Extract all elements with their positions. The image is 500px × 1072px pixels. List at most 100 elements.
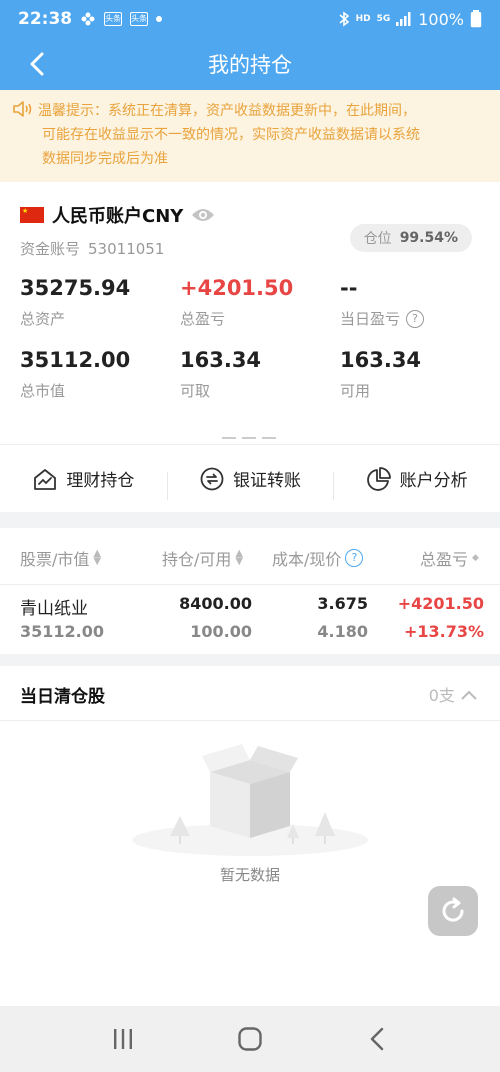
market-value-label: 总市值 [20, 382, 66, 400]
available: 163.34 可用 [340, 348, 421, 401]
total-assets: 35275.94 总资产 [20, 276, 130, 329]
hd-indicator: HD [355, 14, 371, 24]
stock-market-value: 35112.00 [20, 622, 105, 641]
transfer-icon [200, 467, 224, 490]
status-time: 22:38 [18, 9, 73, 29]
position-value: 99.54% [399, 230, 458, 246]
house-chart-icon [34, 468, 57, 490]
account-analysis-label: 账户分析 [399, 471, 468, 491]
notice-line-2: 可能存在收益显示不一致的情况，实际资产收益数据请以系统 [42, 127, 420, 143]
home-icon [238, 1027, 262, 1051]
pie-chart-icon [366, 466, 391, 491]
position-badge: 仓位 99.54% [349, 224, 472, 252]
battery-icon [470, 10, 482, 28]
settlement-notice: 温馨提示：系统正在清算，资产收益数据更新中，在此期间， 可能存在收益显示不一致的… [0, 90, 500, 182]
page-indicator [222, 437, 276, 439]
header-cost-price: 成本/现价 ? [272, 546, 364, 570]
nav-bar: 我的持仓 [0, 38, 500, 90]
day-pnl-label: 当日盈亏 [340, 310, 401, 328]
current-price: 4.180 [317, 622, 368, 641]
cleared-stocks-section: 当日清仓股 0支 暂无数据 [0, 666, 500, 1006]
wealth-holdings-button[interactable]: 理财持仓 [0, 466, 167, 491]
help-icon[interactable]: ? [406, 309, 425, 328]
row-total-pnl-value: +4201.50 [397, 594, 484, 613]
wealth-holdings-label: 理财持仓 [66, 471, 135, 491]
fund-account: 资金账号 53011051 [20, 238, 164, 259]
section-divider [0, 720, 500, 721]
market-value: 35112.00 总市值 [20, 348, 130, 401]
day-pnl: -- 当日盈亏 ? [340, 276, 425, 329]
total-pnl-value: +4201.50 [180, 276, 294, 300]
system-back-button[interactable] [357, 1019, 397, 1059]
eye-icon[interactable] [191, 207, 215, 223]
header-holding-available[interactable]: 持仓/可用 ▲ ▼ [162, 546, 243, 570]
sort-icon: ◆ [472, 553, 479, 563]
total-pnl: +4201.50 总盈亏 [180, 276, 293, 329]
cost-price: 3.675 [317, 594, 368, 613]
signal-icon [396, 12, 411, 26]
cleared-stocks-toggle[interactable]: 0支 [429, 682, 478, 706]
recent-apps-button[interactable] [103, 1019, 143, 1059]
bank-transfer-label: 银证转账 [233, 471, 301, 491]
system-nav-bar [0, 1006, 500, 1072]
notification-chip-2: 头条 [130, 12, 149, 26]
table-divider [0, 584, 500, 585]
notification-chip-1: 头条 [104, 12, 123, 26]
notification-dot [156, 16, 163, 22]
header-stock-value-label: 股票/市值 [20, 550, 90, 569]
help-icon[interactable]: ? [345, 549, 364, 567]
header-stock-value[interactable]: 股票/市值 ▲ ▼ [20, 546, 101, 570]
header-cost-price-label: 成本/现价 [272, 550, 342, 569]
china-flag-icon [20, 207, 44, 223]
header-holding-available-label: 持仓/可用 [162, 550, 232, 569]
refresh-icon [442, 897, 464, 922]
notice-line-3: 数据同步完成后为准 [42, 151, 168, 167]
total-assets-value: 35275.94 [20, 276, 131, 300]
bank-transfer-button[interactable]: 银证转账 [166, 466, 334, 500]
sort-icon: ▲ ▼ [235, 548, 244, 567]
day-pnl-label-row: 当日盈亏 ? [340, 308, 425, 329]
header-total-pnl[interactable]: 总盈亏 ◆ [420, 546, 479, 570]
battery-level: 100% [418, 9, 464, 29]
holdings-table: 股票/市值 ▲ ▼ 持仓/可用 ▲ ▼ 成本/现价 ? 总盈亏 ◆ 青山纸业 351… [0, 528, 500, 654]
available-label: 可用 [340, 382, 371, 400]
account-analysis-button[interactable]: 账户分析 [333, 466, 500, 500]
header-total-pnl-label: 总盈亏 [420, 550, 469, 569]
position-label: 仓位 [363, 231, 392, 247]
market-value-value: 35112.00 [20, 348, 131, 372]
account-header: 人民币账户CNY [20, 202, 215, 228]
holding-quantity: 8400.00 [179, 594, 252, 613]
refresh-button[interactable] [428, 886, 478, 936]
chevron-up-icon [461, 690, 477, 700]
stock-name: 青山纸业 [20, 599, 88, 619]
account-card: 人民币账户CNY 资金账号 53011051 仓位 99.54% 35275.94… [0, 182, 500, 444]
notice-line-1: 温馨提示：系统正在清算，资产收益数据更新中，在此期间， [38, 103, 416, 119]
home-button[interactable] [230, 1019, 270, 1059]
recents-icon [114, 1029, 133, 1049]
row-pnl-percent-value: +13.73% [403, 622, 484, 641]
back-arrow-icon[interactable] [24, 50, 52, 78]
available-value: 163.34 [340, 348, 422, 372]
page-title: 我的持仓 [208, 53, 292, 77]
empty-state-text: 暂无数据 [219, 866, 280, 884]
fund-account-number: 53011051 [88, 240, 165, 258]
row-pnl-percent: +13.73% [404, 622, 484, 641]
cleared-stocks-count: 0支 [428, 686, 455, 705]
network-type: 5G [376, 14, 391, 24]
chevron-left-icon [370, 1027, 383, 1051]
total-assets-label: 总资产 [20, 310, 66, 328]
action-bar: 理财持仓 银证转账 账户分析 [0, 444, 500, 512]
total-pnl-label: 总盈亏 [180, 310, 226, 328]
cleared-stocks-title: 当日清仓股 [20, 687, 105, 707]
withdrawable-label: 可取 [180, 382, 211, 400]
available-quantity: 100.00 [190, 622, 252, 641]
speaker-icon [13, 101, 32, 117]
status-bar: 22:38 头条 头条 HD 5G 100% [0, 0, 500, 38]
fund-account-label: 资金账号 [20, 240, 81, 258]
pinwheel-icon [81, 12, 95, 26]
withdrawable-value: 163.34 [180, 348, 262, 372]
day-pnl-value: -- [340, 276, 358, 300]
row-total-pnl: +4201.50 [398, 594, 484, 613]
account-name: 人民币账户CNY [52, 206, 184, 227]
bluetooth-icon [339, 11, 349, 27]
